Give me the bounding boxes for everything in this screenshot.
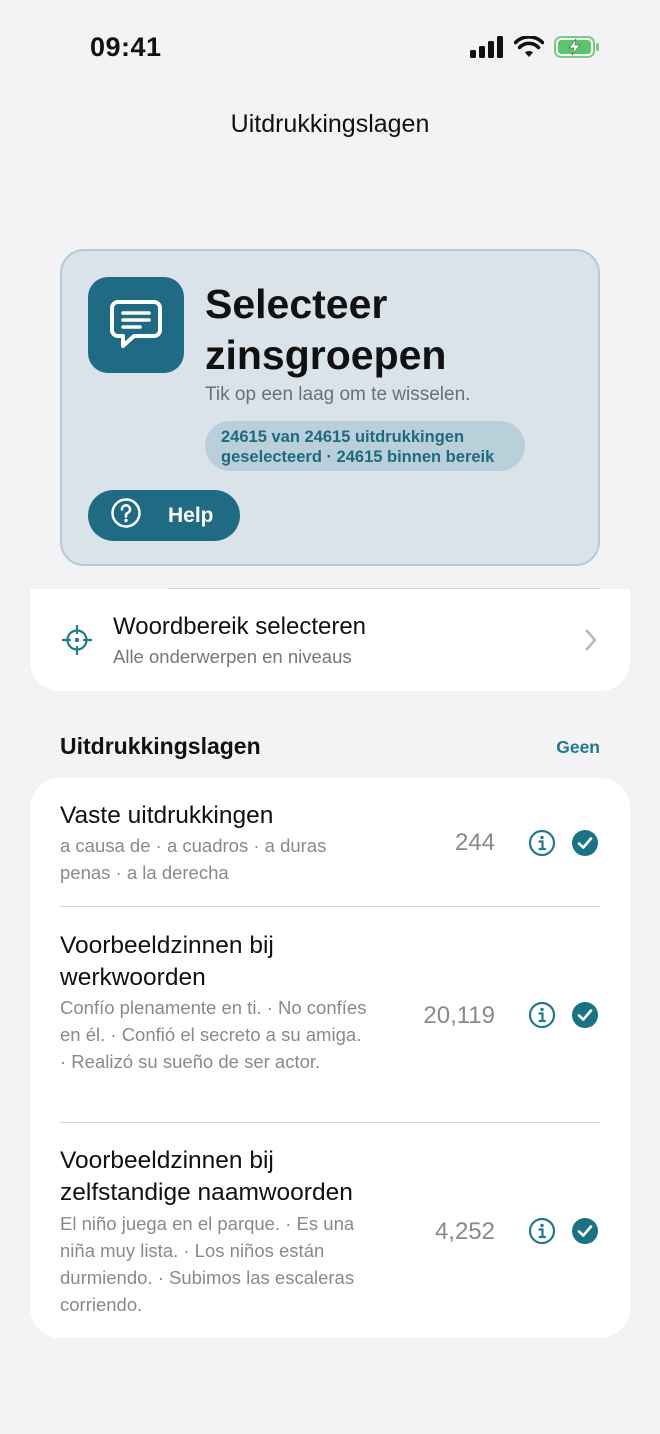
layer-title: Voorbeeldzinnen bij werkwoorden xyxy=(60,932,274,991)
info-icon[interactable] xyxy=(528,1217,556,1245)
wifi-icon xyxy=(514,36,544,58)
question-circle-icon xyxy=(110,497,142,534)
help-button-label: Help xyxy=(168,503,214,527)
badge-line-1: 24615 van 24615 uitdrukkingen xyxy=(221,428,465,446)
help-button[interactable]: Help xyxy=(88,490,240,541)
hero-title: Selecteer zinsgroepen xyxy=(205,281,447,378)
badge-line-2: geselecteerd · 24615 binnen bereik xyxy=(221,448,495,466)
info-icon[interactable] xyxy=(528,1001,556,1029)
status-time: 09:41 xyxy=(90,32,162,62)
word-range-row[interactable]: Woordbereik selecteren Alle onderwerpen … xyxy=(30,589,630,691)
battery-charging-icon xyxy=(554,36,600,58)
layer-count: 4,252 xyxy=(434,1218,495,1245)
layer-examples: Confío plenamente en ti. · No confíes en… xyxy=(60,997,367,1072)
checkmark-circle-icon[interactable] xyxy=(571,1001,599,1029)
layer-title: Voorbeeldzinnen bij zelfstandige naamwoo… xyxy=(60,1147,353,1206)
layer-row-noun-examples[interactable]: Voorbeeldzinnen bij zelfstandige naamwoo… xyxy=(30,1123,630,1338)
layer-count: 20,119 xyxy=(423,1002,495,1029)
status-icons xyxy=(470,36,600,58)
checkmark-circle-icon[interactable] xyxy=(571,1217,599,1245)
layer-row-fixed-expressions[interactable]: Vaste uitdrukkingen a causa de · a cuadr… xyxy=(30,778,630,906)
layers-list: Vaste uitdrukkingen a causa de · a cuadr… xyxy=(30,778,630,1338)
checkmark-circle-icon[interactable] xyxy=(571,829,599,857)
section-title: Uitdrukkingslagen xyxy=(60,733,261,759)
layer-examples: a causa de · a cuadros · a duras penas ·… xyxy=(60,835,327,883)
select-none-button[interactable]: Geen xyxy=(556,737,600,758)
status-bar: 09:41 xyxy=(0,0,660,96)
selection-count-badge: 24615 van 24615 uitdrukkingen geselectee… xyxy=(205,421,525,471)
info-icon[interactable] xyxy=(528,829,556,857)
hero-subtitle: Tik op een laag om te wisselen. xyxy=(205,384,471,405)
layer-title: Vaste uitdrukkingen xyxy=(60,802,274,829)
layer-count: 244 xyxy=(454,829,495,856)
layer-examples: El niño juega en el parque. · Es una niñ… xyxy=(60,1213,355,1315)
word-range-subtitle: Alle onderwerpen en niveaus xyxy=(113,646,352,667)
chevron-right-icon xyxy=(584,629,598,656)
layer-row-verb-examples[interactable]: Voorbeeldzinnen bij werkwoorden Confío p… xyxy=(30,907,630,1122)
word-range-title: Woordbereik selecteren xyxy=(113,613,367,640)
chat-bubble-icon xyxy=(88,277,184,373)
hero-card: Selecteer zinsgroepen Tik op een laag om… xyxy=(60,249,600,566)
crosshair-icon xyxy=(61,624,93,660)
page-title: Uitdrukkingslagen xyxy=(230,110,430,138)
signal-icon xyxy=(470,36,504,58)
